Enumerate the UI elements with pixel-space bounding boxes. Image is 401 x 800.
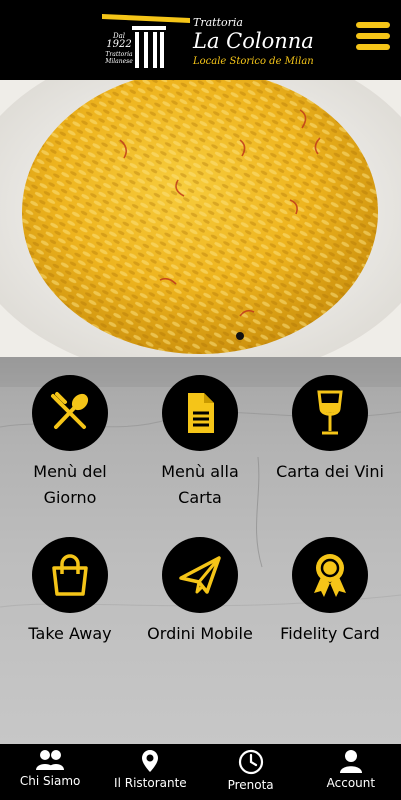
user-icon: [339, 750, 362, 773]
tile-menu-alla-carta[interactable]: Menù alla Carta: [135, 375, 265, 511]
nav-account[interactable]: Account: [301, 744, 401, 800]
tile-circle: [292, 375, 368, 451]
logo-name: La Colonna: [193, 29, 314, 53]
hamburger-icon[interactable]: [356, 22, 390, 52]
document-icon: [188, 393, 214, 433]
wine-glass-icon: [317, 390, 343, 435]
shopping-bag-icon: [52, 554, 88, 596]
tile-take-away[interactable]: Take Away: [5, 537, 135, 647]
est-year: 1922: [106, 39, 132, 50]
tile-label: Menù alla Carta: [161, 462, 239, 507]
paper-plane-icon: [179, 556, 221, 594]
restaurant-logo[interactable]: Dal 1922 Trattoria Milanese Trattoria La…: [100, 10, 314, 72]
tile-label: Take Away: [28, 624, 112, 643]
logo-trattoria: Trattoria: [193, 16, 243, 29]
tile-label: Fidelity Card: [280, 624, 380, 643]
logo-tagline: Locale Storico de Milan: [193, 56, 314, 67]
nav-chi-siamo[interactable]: Chi Siamo: [0, 744, 100, 800]
fork-spoon-icon: [51, 392, 89, 429]
app-header: Dal 1922 Trattoria Milanese Trattoria La…: [0, 0, 401, 80]
tile-carta-dei-vini[interactable]: Carta dei Vini: [265, 375, 395, 485]
tile-circle: [292, 537, 368, 613]
tile-circle: [162, 537, 238, 613]
est-trattoria: Trattoria: [105, 51, 133, 58]
nav-label: Chi Siamo: [19, 774, 81, 788]
clock-icon: [238, 749, 263, 775]
tile-menu-del-giorno[interactable]: Menù del Giorno: [5, 375, 135, 511]
nav-label: Il Ristorante: [114, 776, 187, 790]
hero-image-risotto[interactable]: [0, 80, 401, 357]
bottom-navigation: Chi Siamo Il Ristorante Prenota Account: [0, 744, 401, 800]
tile-label: Carta dei Vini: [276, 462, 384, 481]
nav-label: Account: [326, 776, 376, 790]
tile-circle: [32, 537, 108, 613]
nav-il-ristorante[interactable]: Il Ristorante: [100, 744, 200, 800]
tile-circle: [32, 375, 108, 451]
menu-grid: Menù del Giorno Menù alla Carta Carta de…: [0, 357, 401, 744]
carousel-dot[interactable]: [236, 332, 244, 340]
tile-label: Ordini Mobile: [147, 624, 253, 643]
nav-prenota[interactable]: Prenota: [201, 744, 301, 800]
people-icon: [36, 750, 65, 770]
tile-label: Menù del Giorno: [33, 462, 107, 507]
location-pin-icon: [142, 750, 159, 772]
tile-fidelity-card[interactable]: Fidelity Card: [265, 537, 395, 647]
award-ribbon-icon: [314, 554, 346, 597]
tile-ordini-mobile[interactable]: Ordini Mobile: [135, 537, 265, 647]
est-milanese: Milanese: [105, 58, 133, 65]
nav-label: Prenota: [227, 778, 274, 792]
risotto-image: [0, 80, 401, 357]
tile-circle: [162, 375, 238, 451]
